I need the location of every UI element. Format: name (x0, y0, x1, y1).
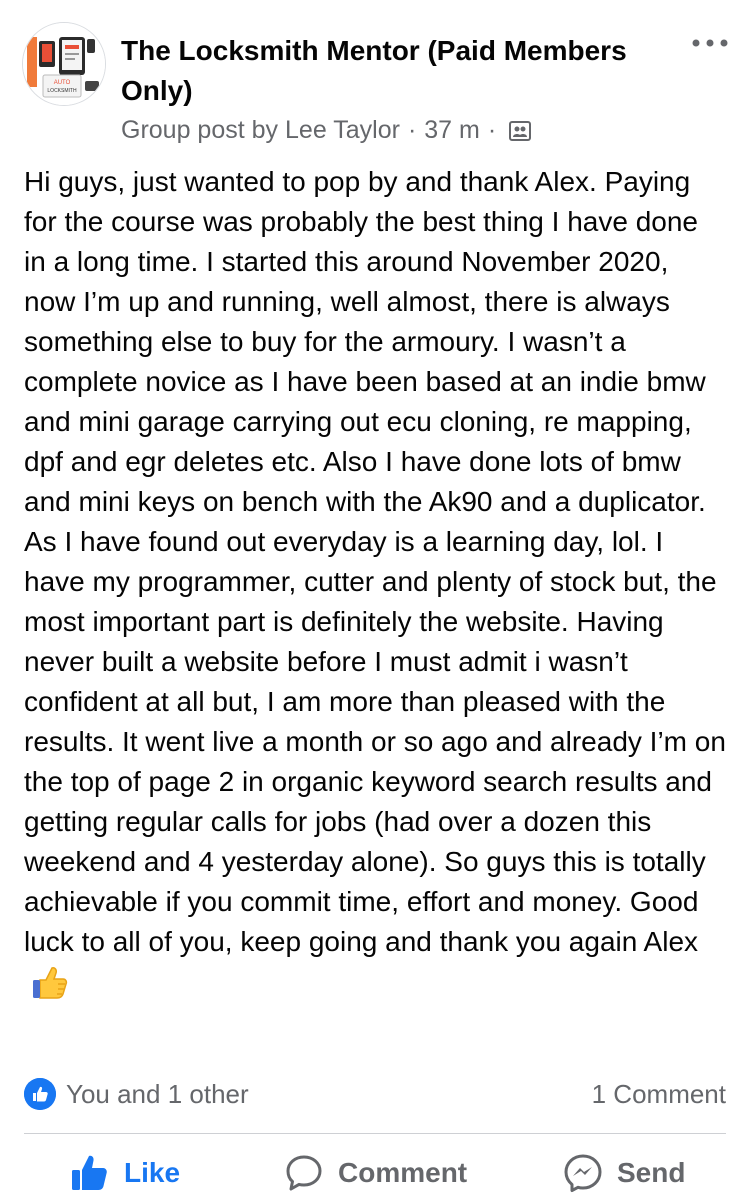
action-divider (24, 1133, 726, 1134)
comments-count[interactable]: 1 Comment (592, 1074, 726, 1114)
more-dots-icon (692, 39, 728, 47)
post-actions: Like Comment Send (0, 1140, 750, 1193)
send-label: Send (617, 1157, 686, 1188)
group-privacy-icon (508, 118, 532, 142)
comment-button[interactable]: Comment (284, 1150, 467, 1196)
send-button[interactable]: Send (563, 1150, 685, 1196)
meta-separator: · (407, 116, 417, 144)
group-name[interactable]: The Locksmith Mentor (Paid Members Only) (121, 31, 681, 111)
reactions-summary-text: You and 1 other (66, 1078, 249, 1109)
post-meta: Group post by Lee Taylor · 37 m · (121, 113, 532, 147)
reactions-summary[interactable]: You and 1 other (24, 1074, 249, 1114)
logo-text-locksmith: LOCKSMITH (47, 88, 77, 94)
group-avatar[interactable]: AUTO LOCKSMITH (22, 22, 106, 106)
thumbs-up-emoji-icon (30, 962, 70, 1002)
comment-label: Comment (338, 1157, 468, 1188)
meta-separator-2: · (487, 116, 497, 144)
comment-icon (284, 1153, 324, 1193)
group-logo: AUTO LOCKSMITH (23, 23, 105, 105)
reactions-bar: You and 1 other 1 Comment (24, 1074, 726, 1114)
post-header: AUTO LOCKSMITH The Locksmith Mentor (Pai… (0, 0, 750, 160)
like-label: Like (124, 1157, 181, 1188)
like-button[interactable]: Like (70, 1150, 180, 1196)
post-body-text: Hi guys, just wanted to pop by and thank… (24, 166, 726, 957)
post-text: Hi guys, just wanted to pop by and thank… (24, 162, 726, 1005)
post-type-label: Group post by (121, 116, 279, 144)
author-name[interactable]: Lee Taylor (285, 113, 400, 147)
group-post: AUTO LOCKSMITH The Locksmith Mentor (Pai… (0, 0, 750, 1193)
more-options-button[interactable] (690, 30, 730, 56)
like-reaction-icon (24, 1078, 56, 1110)
post-timestamp[interactable]: 37 m (424, 113, 480, 147)
like-icon (70, 1153, 110, 1193)
logo-text-auto: AUTO (54, 80, 71, 86)
messenger-icon (563, 1153, 603, 1193)
